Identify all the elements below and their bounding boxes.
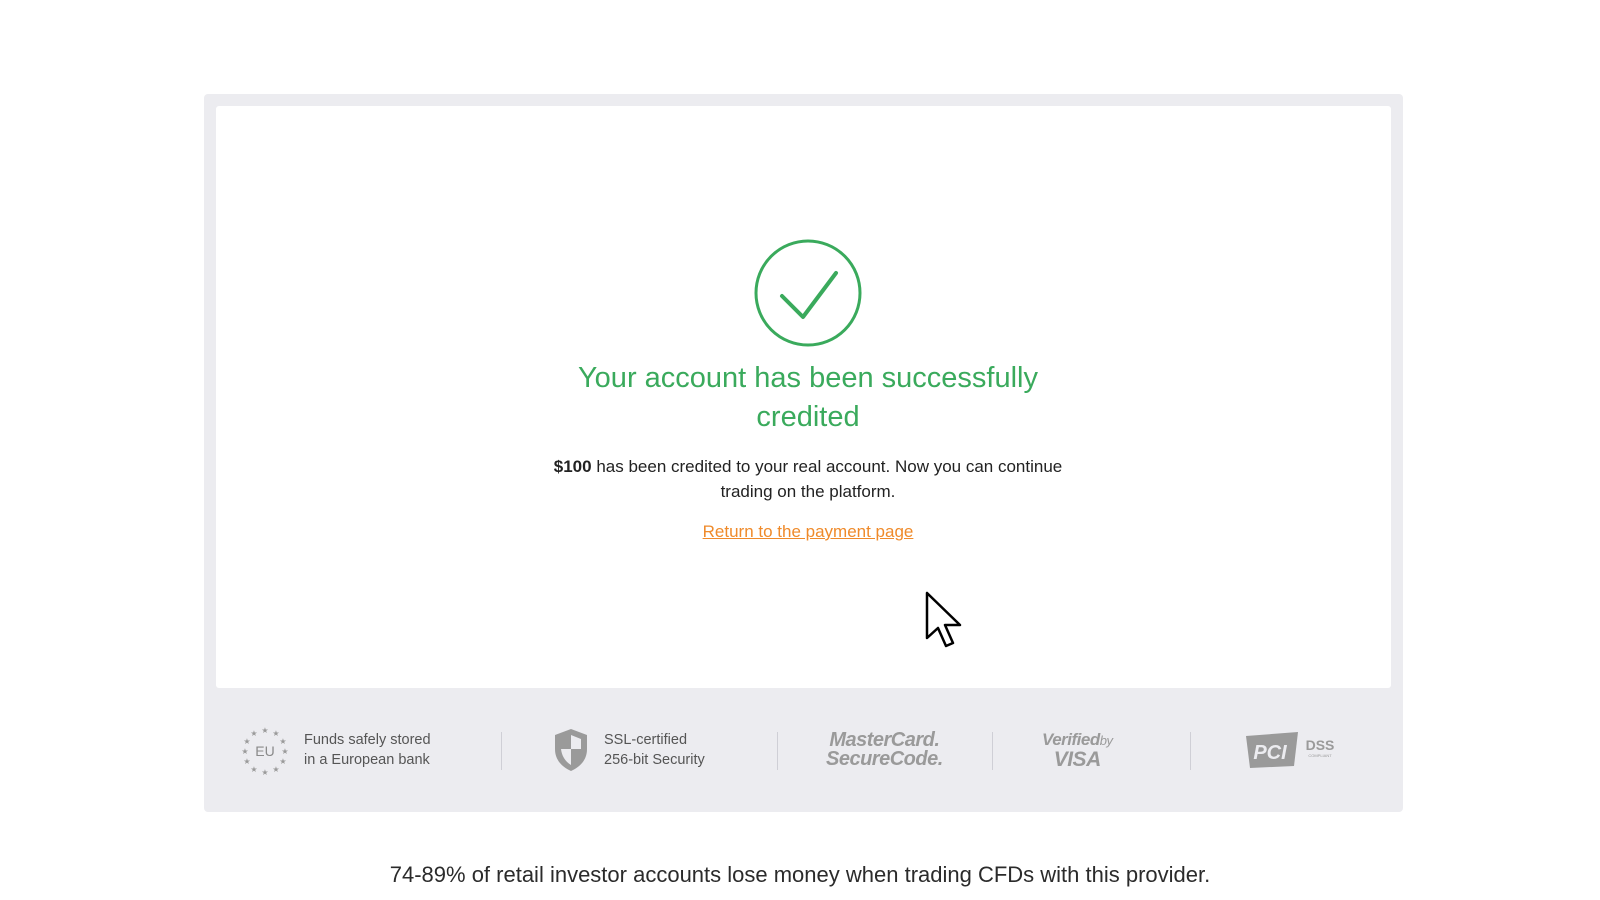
svg-text:★: ★ <box>250 765 257 774</box>
divider <box>1190 732 1191 770</box>
check-circle-icon <box>754 239 862 347</box>
svg-text:★: ★ <box>281 747 288 756</box>
svg-text:★: ★ <box>243 757 250 766</box>
dss-label: DSS <box>1306 737 1335 753</box>
divider <box>501 732 502 770</box>
mastercard-securecode-logo: MasterCard. SecureCode. <box>826 688 943 812</box>
mastercard-line2: SecureCode. <box>826 748 943 770</box>
eu-stars-icon: ★ ★ ★ ★ ★ ★ ★ ★ ★ ★ ★ ★ EU <box>241 726 288 775</box>
compliant-label: COMPLIANT <box>1308 753 1332 758</box>
success-title: Your account has been successfully credi… <box>578 362 1038 433</box>
success-message-text: has been credited to your real account. … <box>596 457 1063 501</box>
success-message: $100 has been credited to your real acco… <box>528 454 1088 504</box>
eu-badge: ★ ★ ★ ★ ★ ★ ★ ★ ★ ★ ★ ★ EU Funds safely … <box>240 688 431 812</box>
credited-amount: $100 <box>553 457 592 476</box>
svg-text:★: ★ <box>261 768 268 775</box>
eu-badge-text: Funds safely stored in a European bank <box>304 730 431 770</box>
return-to-payment-link[interactable]: Return to the payment page <box>653 522 963 542</box>
verified-by-visa-logo: Verifiedby VISA <box>1042 688 1113 812</box>
svg-text:★: ★ <box>261 726 268 735</box>
visa-label: VISA <box>1053 748 1102 771</box>
ssl-line2: 256-bit Security <box>604 752 705 768</box>
pci-dss-icon: PCI DSS COMPLIANT <box>1246 732 1335 768</box>
svg-text:★: ★ <box>250 729 257 738</box>
svg-text:★: ★ <box>243 737 250 746</box>
eu-line1: Funds safely stored <box>304 732 431 748</box>
confirmation-card: Your account has been successfully credi… <box>216 106 1391 688</box>
mouse-cursor-icon <box>925 591 962 648</box>
payment-frame: Your account has been successfully credi… <box>204 94 1403 812</box>
risk-disclaimer: 74-89% of retail investor accounts lose … <box>389 862 1211 887</box>
svg-text:★: ★ <box>272 765 279 774</box>
trust-badges-bar: ★ ★ ★ ★ ★ ★ ★ ★ ★ ★ ★ ★ EU Funds safely … <box>204 688 1403 812</box>
eu-line2: in a European bank <box>304 752 430 768</box>
ssl-badge: SSL-certified 256-bit Security <box>552 688 705 812</box>
svg-text:★: ★ <box>279 737 286 746</box>
svg-text:★: ★ <box>279 757 286 766</box>
shield-icon <box>555 729 587 771</box>
visa-verified: Verified <box>1042 730 1100 749</box>
pci-dss-logo: PCI DSS COMPLIANT <box>1244 688 1340 812</box>
eu-label: EU <box>255 743 274 759</box>
divider <box>777 732 778 770</box>
svg-text:★: ★ <box>241 747 248 756</box>
visa-by: by <box>1099 733 1113 748</box>
ssl-badge-text: SSL-certified 256-bit Security <box>604 730 705 770</box>
ssl-line1: SSL-certified <box>604 732 688 748</box>
pci-label: PCI <box>1253 742 1287 764</box>
divider <box>992 732 993 770</box>
